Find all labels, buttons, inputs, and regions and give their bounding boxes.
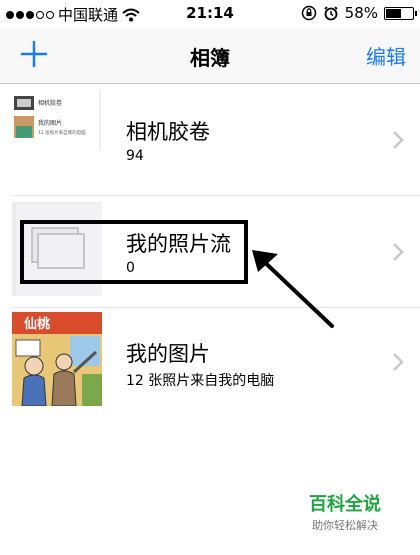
album-count: 12 张照片来自我的电脑 <box>126 373 275 389</box>
chevron-right-icon <box>393 131 404 149</box>
album-row-my-pictures[interactable]: 仙桃 我的图片 12 张照片来自我的电脑 <box>0 306 420 418</box>
album-thumbnail: 相机胶卷 我的图片 12 张照片来自我的电脑 <box>12 90 102 184</box>
album-name: 我的图片 <box>126 342 210 366</box>
thumbnail-caption: 仙桃 <box>24 316 50 332</box>
album-name: 相机胶卷 <box>126 120 210 144</box>
watermark-title: 百科全说 <box>309 494 381 515</box>
edit-button[interactable]: 编辑 <box>366 41 406 70</box>
mini-album-label: 12 张照片来自我的电脑 <box>38 129 86 136</box>
album-thumbnail: 仙桃 <box>12 312 102 406</box>
chevron-right-icon <box>393 353 404 371</box>
navigation-bar: 相簿 编辑 <box>0 28 420 84</box>
battery-percent: 58% <box>344 4 378 22</box>
watermark-logo: 百科全说 助你轻松解决 <box>300 490 390 533</box>
album-row-camera-roll[interactable]: 相机胶卷 我的图片 12 张照片来自我的电脑 相机胶卷 94 <box>0 84 420 196</box>
status-bar: 中国联通 21:14 58% <box>0 0 420 28</box>
mini-album-label: 相机胶卷 <box>38 99 62 107</box>
page-title: 相簿 <box>190 46 230 70</box>
chevron-right-icon <box>393 243 404 261</box>
alarm-icon <box>324 6 338 21</box>
mini-album-label: 我的图片 <box>38 119 62 127</box>
arrow-pointer-icon <box>252 250 334 328</box>
battery-icon <box>384 6 417 20</box>
rotation-lock-icon <box>301 5 316 21</box>
status-indicators: 58% <box>301 4 417 22</box>
highlight-box <box>20 220 248 284</box>
watermark-subtitle: 助你轻松解决 <box>312 519 378 532</box>
album-count: 94 <box>126 148 144 164</box>
